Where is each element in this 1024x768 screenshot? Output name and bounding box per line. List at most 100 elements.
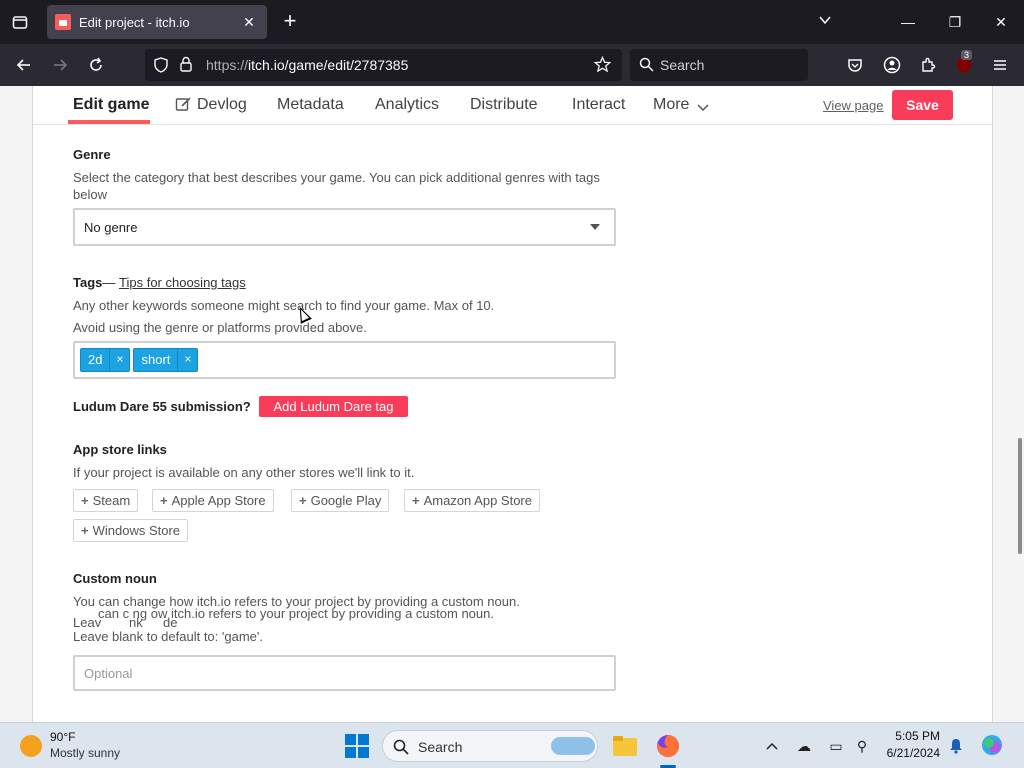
weather-sun-icon[interactable] — [20, 735, 42, 757]
browser-search-placeholder: Search — [660, 57, 705, 73]
itchio-favicon-icon — [55, 14, 71, 30]
windows-start-icon[interactable] — [345, 734, 369, 758]
store-button-label: Google Play — [310, 493, 382, 508]
url-bar[interactable]: https://itch.io/game/edit/2787385 — [145, 49, 622, 81]
browser-search-bar[interactable]: Search — [630, 49, 808, 81]
tag-remove-icon[interactable]: × — [177, 349, 197, 371]
tags-description-2: Avoid using the genre or platforms provi… — [73, 320, 367, 335]
tab-analytics[interactable]: Analytics — [375, 96, 439, 114]
store-button-label: Steam — [92, 493, 131, 508]
reload-icon[interactable] — [84, 53, 108, 77]
weather-description[interactable]: Mostly sunny — [50, 746, 120, 760]
clock-time[interactable]: 5:05 PM — [880, 729, 940, 743]
plus-icon: + — [81, 493, 89, 508]
plus-icon: + — [299, 493, 307, 508]
save-button[interactable]: Save — [892, 90, 953, 120]
devlog-edit-icon — [175, 96, 192, 118]
file-explorer-icon[interactable] — [611, 732, 639, 760]
minimize-icon[interactable]: — — [893, 10, 923, 34]
app-store-links-description: If your project is available on any othe… — [73, 465, 415, 480]
custom-noun-placeholder: Optional — [84, 666, 133, 681]
add-ludum-dare-tag-button[interactable]: Add Ludum Dare tag — [259, 396, 408, 417]
restore-icon[interactable]: ❐ — [940, 10, 970, 34]
page-scrollbar[interactable] — [1018, 438, 1022, 554]
genre-label: Genre — [73, 147, 111, 162]
genre-description: Select the category that best describes … — [73, 170, 600, 202]
tag-chip: 2d × — [80, 348, 131, 372]
edit-game-page: Edit game Devlog Metadata Analytics Dist… — [32, 86, 993, 722]
forward-icon[interactable] — [48, 53, 72, 77]
shield-icon[interactable] — [153, 57, 169, 78]
taskbar-search[interactable]: Search — [382, 730, 598, 762]
tab-distribute[interactable]: Distribute — [470, 96, 538, 114]
genre-select[interactable]: No genre — [73, 208, 616, 246]
view-page-link[interactable]: View page — [823, 98, 883, 113]
start-tile — [345, 747, 356, 758]
back-icon[interactable] — [12, 53, 36, 77]
chevron-down-icon[interactable] — [697, 100, 709, 118]
tags-description-1: Any other keywords someone might search … — [73, 298, 495, 313]
store-button-label: Windows Store — [92, 523, 181, 538]
display-icon[interactable]: ▭ — [826, 736, 846, 756]
lock-icon[interactable] — [179, 56, 193, 77]
start-tile — [358, 734, 369, 745]
tab-list-icon[interactable] — [6, 10, 34, 34]
tags-input[interactable]: 2d × short × — [73, 341, 616, 379]
pocket-icon[interactable] — [843, 53, 867, 77]
tag-chip: short × — [133, 348, 199, 372]
custom-noun-label: Custom noun — [73, 571, 157, 586]
close-window-icon[interactable]: ✕ — [986, 10, 1016, 34]
search-highlight-icon — [551, 737, 595, 755]
tab-close-icon[interactable]: ✕ — [239, 14, 259, 31]
genre-selected-value: No genre — [84, 220, 138, 235]
extensions-icon[interactable] — [916, 53, 940, 77]
tags-dash: — — [102, 275, 116, 290]
clock-date[interactable]: 6/21/2024 — [870, 746, 940, 760]
add-windows-store-link-button[interactable]: + Windows Store — [73, 519, 189, 542]
tab-devlog[interactable]: Devlog — [197, 96, 247, 114]
store-button-label: Amazon App Store — [423, 493, 532, 508]
store-button-label: Apple App Store — [171, 493, 266, 508]
add-amazon-app-store-link-button[interactable]: + Amazon App Store — [404, 489, 540, 512]
tab-edit-game[interactable]: Edit game — [73, 96, 149, 114]
search-icon — [639, 57, 654, 77]
cloud-offline-icon[interactable]: ☁ — [794, 736, 814, 756]
chevron-up-icon[interactable] — [762, 736, 782, 756]
network-icon[interactable]: ⚲ — [852, 736, 872, 756]
tab-interact[interactable]: Interact — [572, 96, 625, 114]
extension-badge: 3 — [961, 50, 973, 60]
add-google-play-link-button[interactable]: + Google Play — [291, 489, 390, 512]
active-tab-indicator — [68, 120, 150, 124]
tab-more[interactable]: More — [653, 96, 689, 114]
url-path: itch.io/game/edit/2787385 — [248, 57, 409, 73]
tips-for-choosing-tags-link[interactable]: Tips for choosing tags — [119, 275, 246, 290]
tab-title: Edit project - itch.io — [79, 14, 190, 30]
weather-temperature[interactable]: 90°F — [50, 730, 75, 744]
firefox-icon[interactable] — [654, 732, 682, 760]
tab-metadata[interactable]: Metadata — [277, 96, 344, 114]
notification-bell-icon[interactable] — [946, 736, 966, 756]
tags-label-row: Tags— Tips for choosing tags — [73, 275, 246, 290]
bookmark-star-icon[interactable] — [593, 55, 612, 78]
menu-icon[interactable] — [988, 53, 1012, 77]
add-steam-link-button[interactable]: + Steam — [73, 489, 139, 512]
start-tile — [358, 747, 369, 758]
browser-tab-bar: Edit project - itch.io ✕ + — ❐ ✕ — [0, 0, 1024, 44]
new-tab-icon[interactable]: + — [278, 10, 302, 34]
search-icon — [393, 739, 409, 760]
custom-noun-input[interactable]: Optional — [73, 655, 616, 691]
tags-label: Tags — [73, 275, 103, 290]
url-scheme: https:// — [206, 57, 249, 73]
windows-taskbar: 90°F Mostly sunny Search ☁ ▭ ⚲ 5:05 PM 6… — [0, 722, 1024, 768]
chevron-down-icon[interactable] — [810, 10, 840, 34]
account-icon[interactable] — [880, 53, 904, 77]
copilot-icon[interactable] — [980, 733, 1004, 757]
add-apple-app-store-link-button[interactable]: + Apple App Store — [152, 489, 274, 512]
edit-nav: Edit game Devlog Metadata Analytics Dist… — [33, 86, 992, 125]
ludum-dare-label: Ludum Dare 55 submission? — [73, 399, 251, 414]
caret-down-icon — [590, 224, 600, 230]
browser-tab[interactable]: Edit project - itch.io ✕ — [47, 5, 267, 39]
tag-text: 2d — [88, 352, 103, 367]
tag-text: short — [141, 352, 171, 367]
tag-remove-icon[interactable]: × — [109, 349, 129, 371]
